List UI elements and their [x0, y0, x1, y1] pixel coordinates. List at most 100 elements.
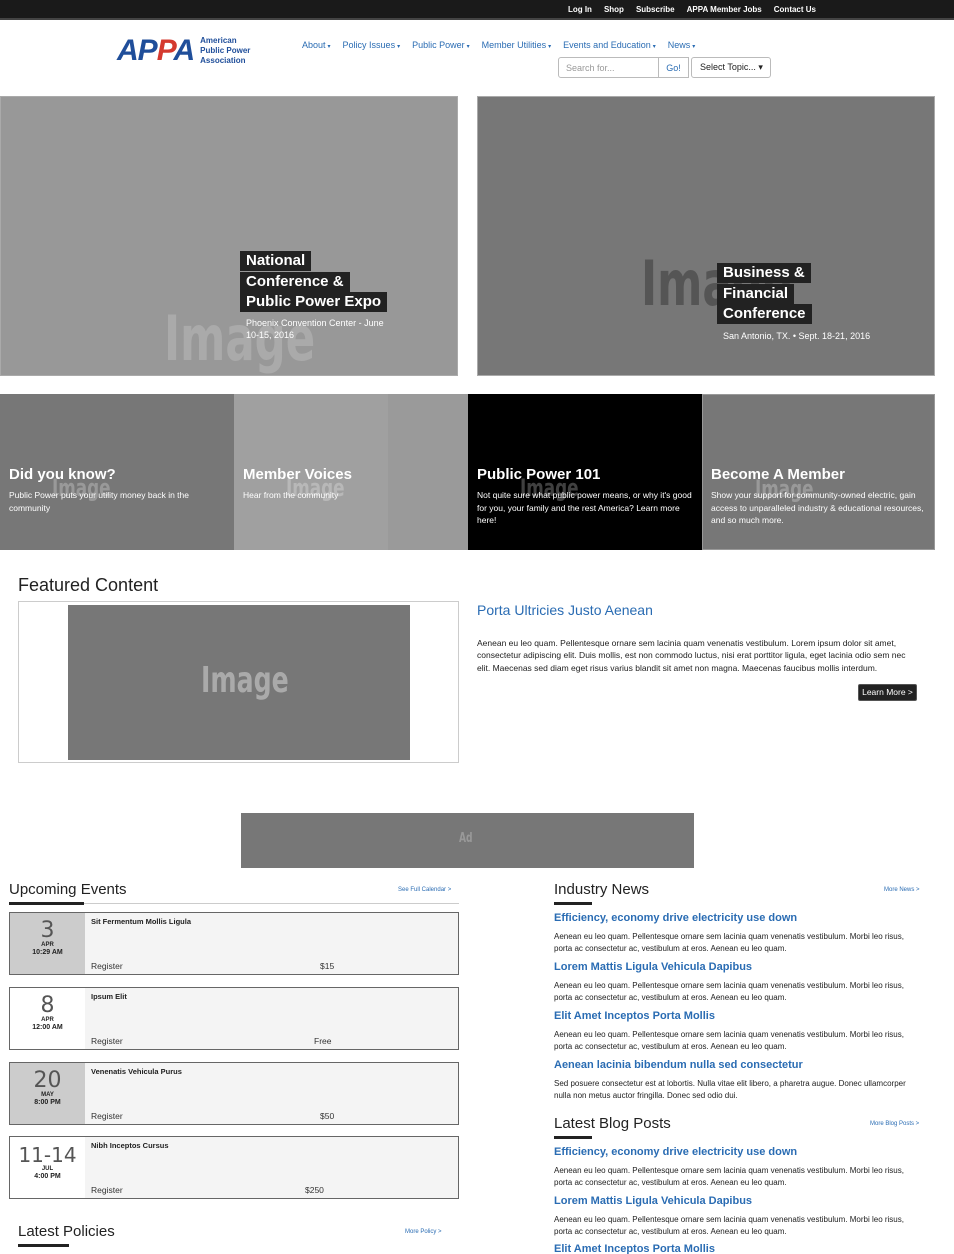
tile-title: Public Power 101: [477, 466, 601, 483]
blog-item-title[interactable]: Elit Amet Inceptos Porta Mollis: [554, 1243, 715, 1254]
search-bar: Go! Select Topic... ▾: [558, 57, 771, 78]
event-card[interactable]: 11-14 JUL 4:00 PM Nibh Inceptos Cursus R…: [9, 1136, 459, 1199]
hero-title: Business & Financial Conference: [717, 263, 812, 325]
event-price: $250: [305, 1185, 324, 1195]
event-price: Free: [314, 1036, 332, 1046]
more-policy-link[interactable]: More Policy >: [405, 1229, 442, 1235]
event-date: 20 MAY 8:00 PM: [10, 1063, 85, 1124]
event-name: Venenatis Vehicula Purus: [91, 1067, 182, 1076]
news-item-body: Aenean eu leo quam. Pellentesque ornare …: [554, 1030, 904, 1052]
blog-item-title[interactable]: Efficiency, economy drive electricity us…: [554, 1146, 797, 1158]
blog-item-title[interactable]: Lorem Mattis Ligula Vehicula Dapibus: [554, 1195, 752, 1207]
featured-image-frame[interactable]: Image: [18, 601, 459, 763]
heading-underline: [554, 1136, 592, 1139]
news-item-body: Aenean eu leo quam. Pellentesque ornare …: [554, 932, 904, 954]
logo-text: American Public Power Association: [200, 36, 251, 65]
event-price: $15: [320, 961, 335, 971]
hero-title-line: Conference &: [240, 271, 350, 292]
subscribe-link[interactable]: Subscribe: [636, 5, 675, 14]
nav-public-power[interactable]: Public Power ▾: [412, 40, 470, 50]
event-date: 8 APR 12:00 AM: [10, 988, 85, 1049]
contact-link[interactable]: Contact Us: [774, 5, 816, 14]
nav-events-education[interactable]: Events and Education ▾: [563, 40, 656, 50]
event-card[interactable]: 20 MAY 8:00 PM Venenatis Vehicula Purus …: [9, 1062, 459, 1125]
tile-title: Member Voices: [243, 466, 352, 483]
tile-title: Did you know?: [9, 466, 116, 483]
appa-logo[interactable]: APPA American Public Power Association: [117, 36, 250, 66]
hero-title-line: Conference: [717, 304, 812, 324]
logo-mark: APPA: [117, 34, 195, 67]
featured-title-link[interactable]: Porta Ultricies Justo Aenean: [477, 602, 653, 618]
ad-banner[interactable]: Ad: [241, 813, 694, 868]
event-register-link[interactable]: Register: [91, 1111, 123, 1121]
news-item-title[interactable]: Efficiency, economy drive electricity us…: [554, 912, 797, 924]
event-name: Sit Fermentum Mollis Ligula: [91, 917, 192, 926]
search-input[interactable]: [558, 57, 659, 78]
chevron-down-icon: ▾: [652, 44, 656, 50]
news-item-title[interactable]: Elit Amet Inceptos Porta Mollis: [554, 1010, 715, 1022]
hero-title-line: National: [240, 251, 312, 271]
chevron-down-icon: ▾: [692, 44, 696, 50]
tile-public-power-101[interactable]: Image Public Power 101 Not quite sure wh…: [468, 394, 702, 550]
event-register-link[interactable]: Register: [91, 1185, 123, 1195]
tile-member-voices[interactable]: Image Member Voices Hear from the commun…: [234, 394, 468, 550]
heading-underline: [554, 902, 592, 905]
news-item-body: Sed posuere consectetur est at lobortis.…: [554, 1079, 906, 1101]
event-date: 3 APR 10:29 AM: [10, 913, 85, 974]
event-card[interactable]: 3 APR 10:29 AM Sit Fermentum Mollis Ligu…: [9, 912, 459, 975]
event-date: 11-14 JUL 4:00 PM: [10, 1137, 85, 1198]
news-item-title[interactable]: Lorem Mattis Ligula Vehicula Dapibus: [554, 961, 752, 973]
select-topic-dropdown[interactable]: Select Topic... ▾: [691, 57, 771, 78]
hero-subtitle: Phoenix Convention Center - June 10-15, …: [246, 318, 384, 340]
nav-about[interactable]: About ▾: [302, 40, 331, 50]
heading-underline: [9, 902, 84, 905]
see-full-calendar-link[interactable]: See Full Calendar >: [398, 887, 451, 893]
member-jobs-link[interactable]: APPA Member Jobs: [687, 5, 762, 14]
nav-member-utilities[interactable]: Member Utilities ▾: [482, 40, 552, 50]
event-name: Nibh Inceptos Cursus: [91, 1141, 169, 1150]
featured-body: Aenean eu leo quam. Pellentesque ornare …: [477, 638, 906, 673]
hero-title-line: Public Power Expo: [240, 292, 388, 312]
image-placeholder: Image: [201, 660, 289, 701]
event-register-link[interactable]: Register: [91, 961, 123, 971]
heading-underline: [18, 1244, 69, 1247]
tile-description: Not quite sure what public power means, …: [477, 490, 692, 525]
event-price: $50: [320, 1111, 335, 1121]
search-go-button[interactable]: Go!: [659, 57, 689, 78]
event-register-link[interactable]: Register: [91, 1036, 123, 1046]
utility-links: Log In Shop Subscribe APPA Member Jobs C…: [568, 5, 816, 14]
shop-link[interactable]: Shop: [604, 5, 624, 14]
ad-placeholder: Ad: [459, 831, 473, 846]
blog-heading: Latest Blog Posts: [554, 1115, 671, 1132]
hero-national-conference[interactable]: Image National Conference & Public Power…: [0, 96, 458, 376]
nav-news[interactable]: News ▾: [668, 40, 696, 50]
main-nav: About ▾ Policy Issues ▾ Public Power ▾ Memb…: [302, 40, 695, 50]
tile-description: Show your support for community-owned el…: [711, 490, 924, 525]
more-news-link[interactable]: More News >: [884, 887, 920, 893]
chevron-down-icon: ▾: [548, 44, 552, 50]
utility-bar: Log In Shop Subscribe APPA Member Jobs C…: [0, 0, 954, 20]
tile-description: Public Power puts your utility money bac…: [9, 490, 190, 513]
chevron-down-icon: ▾: [397, 44, 401, 50]
learn-more-button[interactable]: Learn More >: [858, 684, 917, 701]
hero-title: National Conference & Public Power Expo: [240, 251, 388, 313]
tile-become-member[interactable]: Image Become A Member Show your support …: [702, 394, 935, 550]
blog-item-body: Aenean eu leo quam. Pellentesque ornare …: [554, 1215, 904, 1237]
news-heading: Industry News: [554, 881, 650, 898]
news-item-body: Aenean eu leo quam. Pellentesque ornare …: [554, 981, 904, 1003]
nav-policy-issues[interactable]: Policy Issues ▾: [343, 40, 401, 50]
chevron-down-icon: ▾: [466, 44, 470, 50]
event-name: Ipsum Elit: [91, 992, 127, 1001]
tile-did-you-know[interactable]: Image Did you know? Public Power puts yo…: [0, 394, 234, 550]
blog-item-body: Aenean eu leo quam. Pellentesque ornare …: [554, 1166, 904, 1188]
chevron-down-icon: ▾: [327, 44, 331, 50]
news-item-title[interactable]: Aenean lacinia bibendum nulla sed consec…: [554, 1059, 803, 1071]
hero-business-financial-conference[interactable]: Image Business & Financial Conference Sa…: [477, 96, 935, 376]
login-link[interactable]: Log In: [568, 5, 592, 14]
tile-description: Hear from the community: [243, 490, 339, 500]
tile-title: Become A Member: [711, 466, 845, 483]
featured-image: Image: [68, 605, 410, 760]
events-heading: Upcoming Events: [9, 881, 127, 898]
event-card[interactable]: 8 APR 12:00 AM Ipsum Elit Register Free: [9, 987, 459, 1050]
more-blog-posts-link[interactable]: More Blog Posts >: [870, 1121, 919, 1127]
